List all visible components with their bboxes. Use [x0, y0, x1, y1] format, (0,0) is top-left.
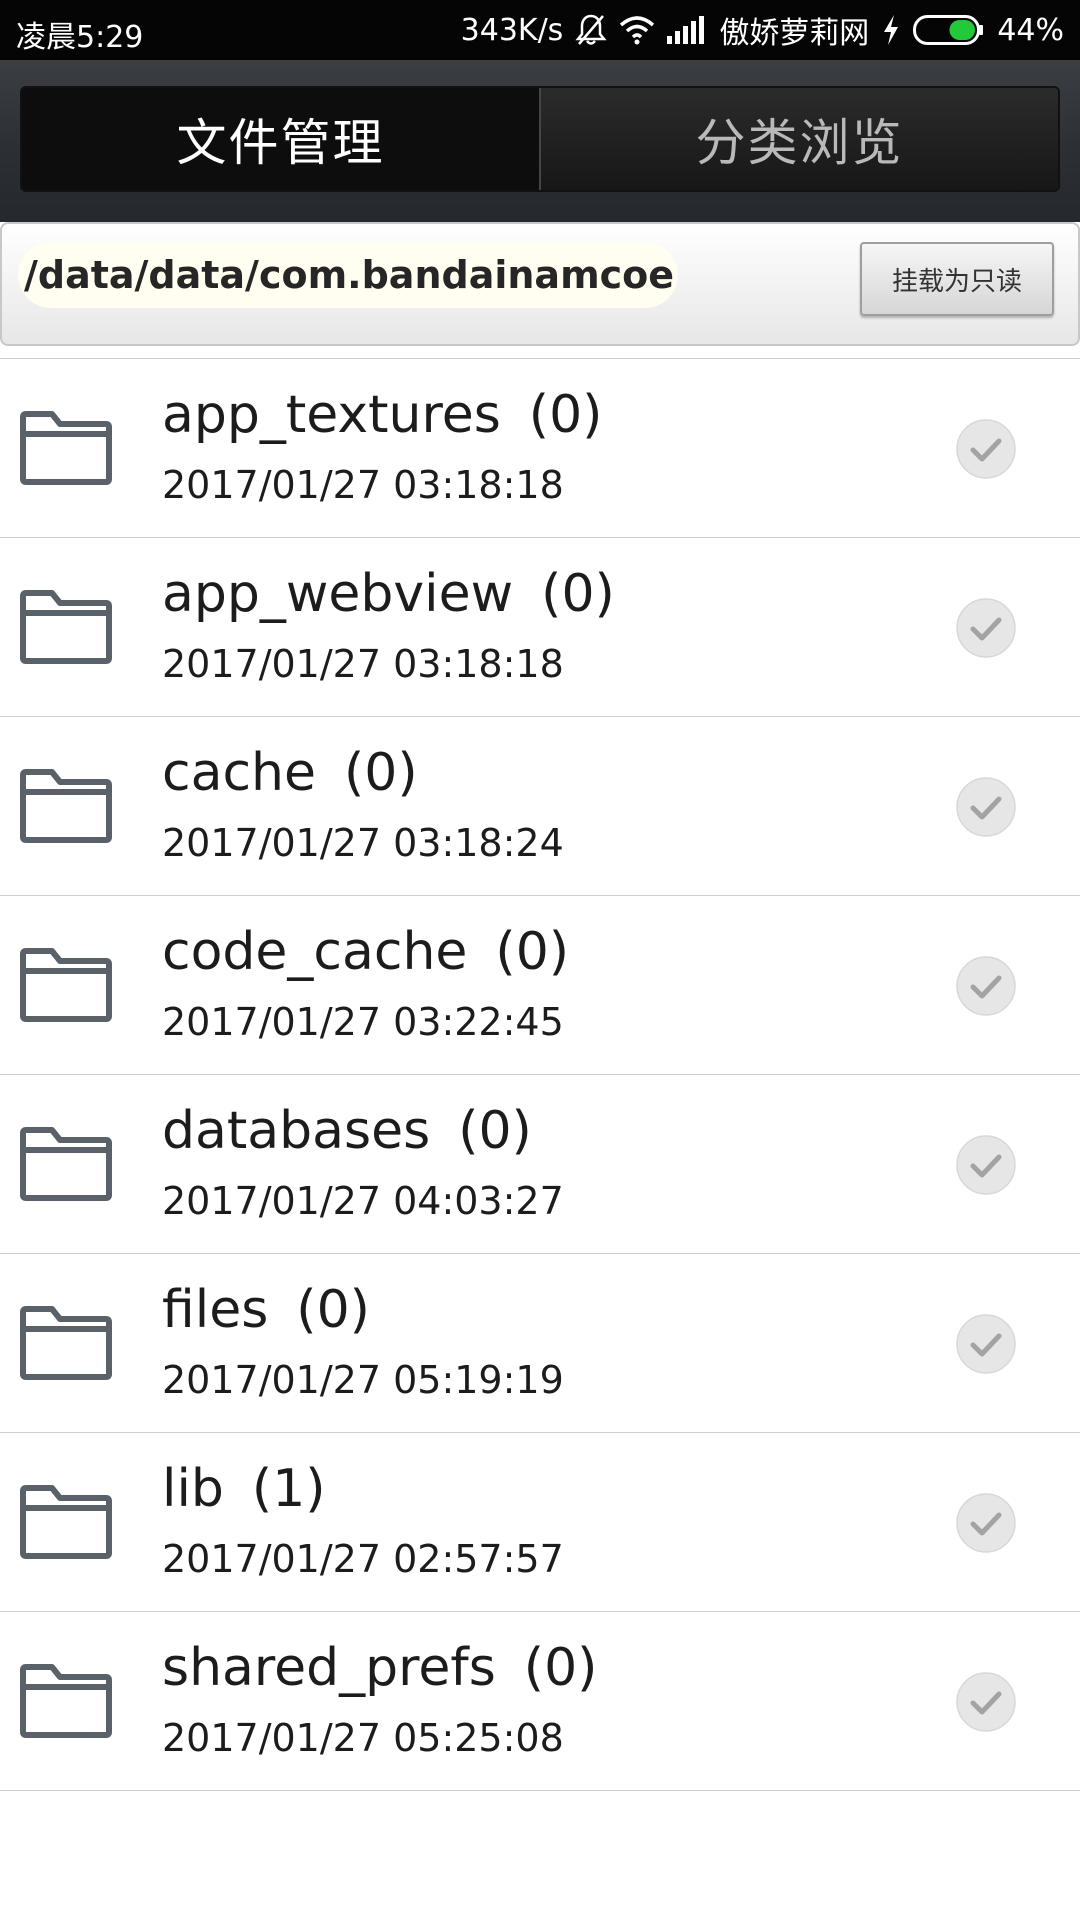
- file-name: lib (1): [162, 1459, 326, 1519]
- folder-icon: [18, 948, 114, 1028]
- file-name-text: app_textures: [162, 385, 501, 445]
- folder-icon: [18, 590, 114, 670]
- file-item-count: (0): [495, 922, 570, 982]
- tab-header: 文件管理 分类浏览: [0, 60, 1080, 222]
- file-item-count: (0): [458, 1101, 532, 1161]
- file-name-text: databases: [162, 1101, 431, 1161]
- checkbox-check-icon[interactable]: [956, 1493, 1016, 1557]
- file-date: 2017/01/27 03:18:18: [162, 642, 564, 686]
- status-time: 凌晨5:29: [16, 20, 144, 55]
- checkbox-check-icon[interactable]: [956, 598, 1016, 662]
- tab-category-browse[interactable]: 分类浏览: [539, 88, 1058, 190]
- file-row[interactable]: app_webview (0) 2017/01/27 03:18:18: [0, 538, 1080, 717]
- file-name: app_webview (0): [162, 564, 615, 624]
- file-item-count: (0): [344, 743, 418, 803]
- status-bar: 凌晨5:29 343K/s 傲娇萝莉网 44%: [0, 0, 1080, 60]
- file-name: databases (0): [162, 1101, 532, 1161]
- file-date: 2017/01/27 02:57:57: [162, 1537, 564, 1581]
- charging-icon: [881, 14, 901, 46]
- checkbox-check-icon[interactable]: [956, 956, 1016, 1020]
- file-name-text: shared_prefs: [162, 1638, 496, 1698]
- signal-icon: [667, 16, 707, 44]
- checkbox-check-icon[interactable]: [956, 1314, 1016, 1378]
- checkbox-check-icon[interactable]: [956, 419, 1016, 483]
- folder-icon: [18, 769, 114, 849]
- file-row[interactable]: code_cache (0) 2017/01/27 03:22:45: [0, 896, 1080, 1075]
- file-row[interactable]: shared_prefs (0) 2017/01/27 05:25:08: [0, 1612, 1080, 1791]
- file-item-count: (0): [523, 1638, 598, 1698]
- file-item-count: (0): [541, 564, 615, 624]
- checkbox-check-icon[interactable]: [956, 1135, 1016, 1199]
- file-item-count: (0): [296, 1280, 370, 1340]
- file-row[interactable]: app_SmartBeat(0) 2017/01/27 03:18:18: [0, 346, 1080, 359]
- file-item-count: (1): [251, 1459, 326, 1519]
- folder-icon: [18, 1127, 114, 1207]
- checkbox-check-icon[interactable]: [956, 1672, 1016, 1736]
- file-date: 2017/01/27 05:19:19: [162, 1358, 564, 1402]
- tab-file-manager[interactable]: 文件管理: [22, 88, 539, 190]
- battery-icon: [913, 15, 985, 45]
- file-date: 2017/01/27 05:25:08: [162, 1716, 564, 1760]
- mount-readonly-button[interactable]: 挂载为只读: [860, 242, 1054, 316]
- file-date: 2017/01/27 03:18:24: [162, 821, 564, 865]
- folder-icon: [18, 1306, 114, 1386]
- file-row[interactable]: app_textures (0) 2017/01/27 03:18:18: [0, 359, 1080, 538]
- status-indicators: 343K/s 傲娇萝莉网 44%: [461, 0, 1064, 60]
- network-speed: 343K/s: [460, 12, 564, 48]
- file-date: 2017/01/27 03:22:45: [162, 1000, 564, 1044]
- current-path[interactable]: /data/data/com.bandainamcoe...: [18, 242, 678, 308]
- file-row[interactable]: cache (0) 2017/01/27 03:18:24: [0, 717, 1080, 896]
- battery-percent: 44%: [997, 12, 1064, 48]
- file-name: code_cache (0): [162, 922, 569, 982]
- file-name: cache (0): [162, 743, 418, 803]
- checkbox-check-icon[interactable]: [956, 777, 1016, 841]
- tab-group: 文件管理 分类浏览: [20, 86, 1060, 192]
- file-name: app_textures (0): [162, 385, 602, 445]
- folder-icon: [18, 1664, 114, 1744]
- carrier-name: 傲娇萝莉网: [719, 16, 870, 51]
- file-name-text: files: [162, 1280, 269, 1340]
- file-row[interactable]: lib (1) 2017/01/27 02:57:57: [0, 1433, 1080, 1612]
- bell-muted-icon: [575, 13, 607, 47]
- file-row[interactable]: databases (0) 2017/01/27 04:03:27: [0, 1075, 1080, 1254]
- file-date: 2017/01/27 03:18:18: [162, 463, 564, 507]
- path-bar: /data/data/com.bandainamcoe... 挂载为只读: [0, 222, 1080, 346]
- file-name-text: cache: [162, 743, 316, 803]
- file-name-text: lib: [162, 1459, 224, 1519]
- file-row[interactable]: files (0) 2017/01/27 05:19:19: [0, 1254, 1080, 1433]
- file-name-text: app_webview: [162, 564, 514, 624]
- file-list-items: app_SmartBeat(0) 2017/01/27 03:18:18 app…: [0, 346, 1080, 1791]
- folder-icon: [18, 1485, 114, 1565]
- file-name: shared_prefs (0): [162, 1638, 597, 1698]
- file-name: files (0): [162, 1280, 370, 1340]
- folder-icon: [18, 411, 114, 491]
- wifi-icon: [619, 15, 655, 45]
- file-date: 2017/01/27 04:03:27: [162, 1179, 564, 1223]
- file-name-text: code_cache: [162, 922, 468, 982]
- file-list[interactable]: app_SmartBeat(0) 2017/01/27 03:18:18 app…: [0, 346, 1080, 1920]
- file-item-count: (0): [528, 385, 603, 445]
